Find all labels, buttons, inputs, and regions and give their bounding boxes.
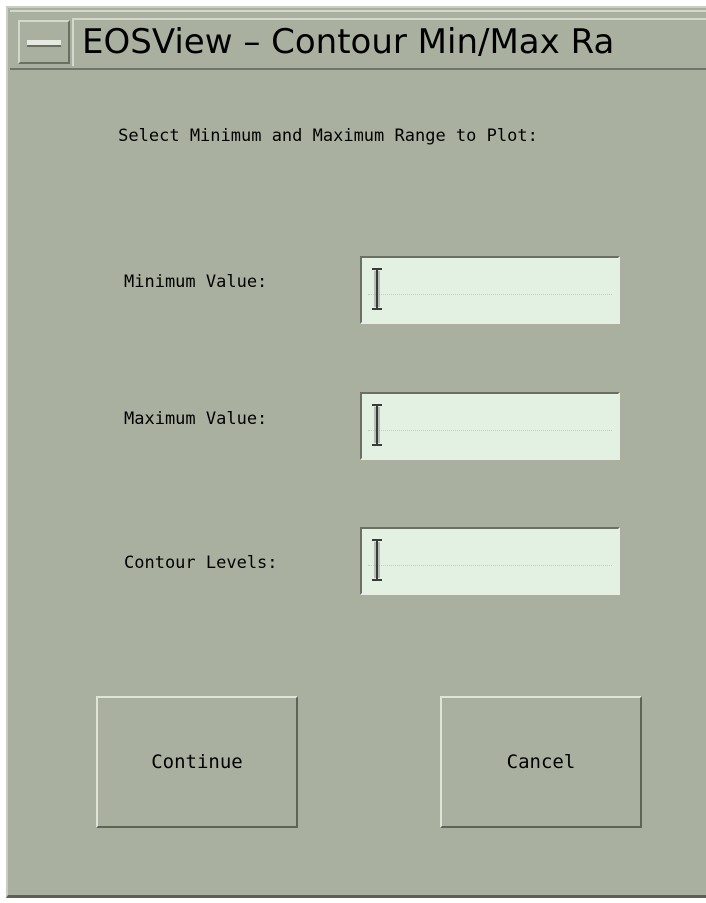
dialog-window: EOSView – Contour Min/Max Ra Select Mini… <box>6 6 706 898</box>
contour-levels-input[interactable] <box>360 527 620 595</box>
ibeam-cursor-icon <box>372 268 382 310</box>
cancel-button[interactable]: Cancel <box>440 696 642 828</box>
title-area[interactable]: EOSView – Contour Min/Max Ra <box>72 18 706 66</box>
contour-levels-label: Contour Levels: <box>124 553 278 573</box>
ibeam-cursor-icon <box>372 539 382 581</box>
title-bar: EOSView – Contour Min/Max Ra <box>10 10 706 70</box>
range-prompt: Select Minimum and Maximum Range to Plot… <box>118 126 538 146</box>
window-menu-icon <box>27 40 61 47</box>
ibeam-cursor-icon <box>372 404 382 446</box>
window-menu-button[interactable] <box>18 20 70 64</box>
continue-button[interactable]: Continue <box>96 696 298 828</box>
maximum-value-label: Maximum Value: <box>124 409 268 429</box>
window-title: EOSView – Contour Min/Max Ra <box>82 22 615 62</box>
maximum-value-input[interactable] <box>360 392 620 460</box>
minimum-value-label: Minimum Value: <box>124 272 268 292</box>
minimum-value-input[interactable] <box>360 256 620 324</box>
